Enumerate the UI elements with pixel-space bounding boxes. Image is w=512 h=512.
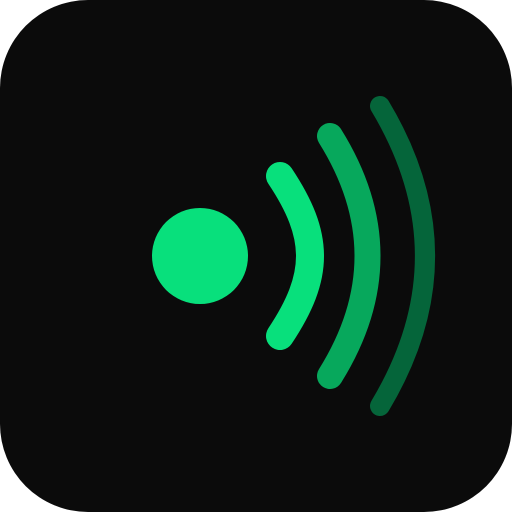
app-icon (0, 0, 512, 512)
broadcast-icon (0, 0, 512, 512)
icon-background (0, 0, 512, 512)
icon-canvas (0, 0, 512, 512)
signal-dot (152, 208, 248, 304)
